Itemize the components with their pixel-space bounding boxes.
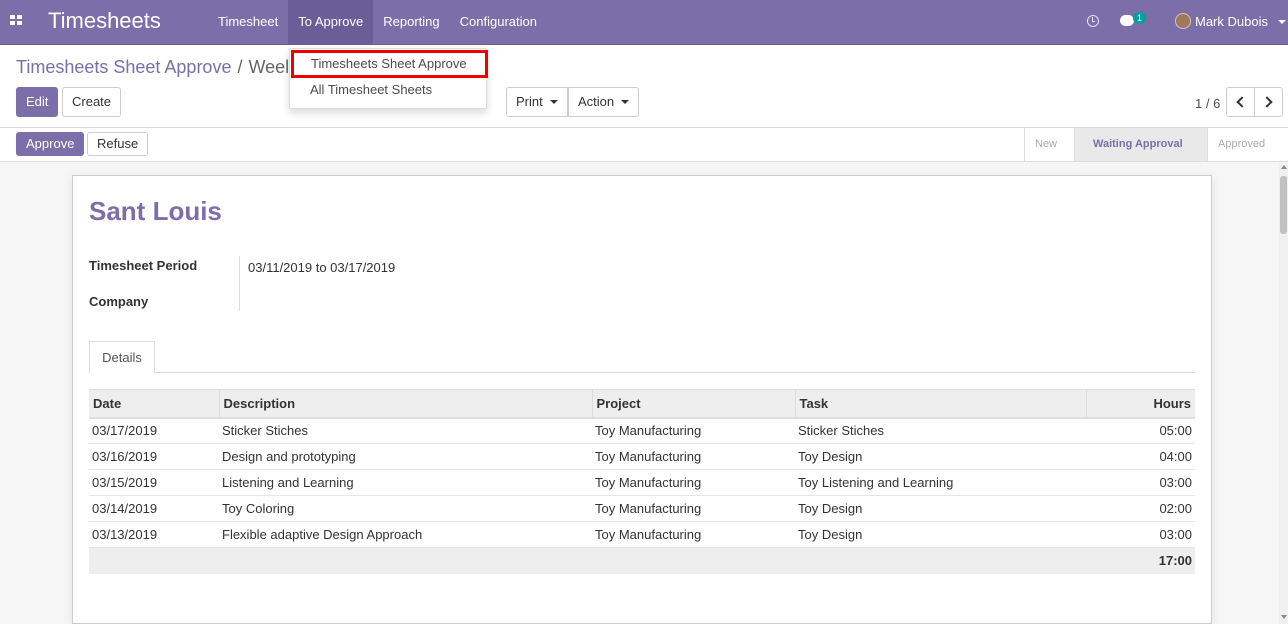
cell-date: 03/13/2019	[89, 521, 219, 548]
edit-button[interactable]: Edit	[16, 87, 59, 117]
timesheet-lines-table: Date Description Project Task Hours 03/1…	[89, 389, 1195, 574]
cell-task: Toy Listening and Learning	[795, 469, 1086, 496]
total-hours: 17:00	[1086, 547, 1195, 574]
table-total-row: 17:00	[89, 547, 1195, 574]
pager-value[interactable]: 1 / 6	[1195, 96, 1220, 111]
chat-icon[interactable]	[1120, 15, 1134, 26]
print-label: Print	[516, 94, 543, 109]
column-project[interactable]: Project	[591, 389, 795, 419]
stage-waiting-approval[interactable]: Waiting Approval	[1074, 128, 1207, 161]
to-approve-dropdown: Timesheets Sheet Approve All Timesheet S…	[289, 48, 488, 109]
chat-count-badge: 1	[1133, 12, 1146, 24]
app-title: Timesheets	[48, 8, 161, 33]
apps-menu-icon[interactable]	[10, 15, 24, 27]
table-row[interactable]: 03/15/2019 Listening and Learning Toy Ma…	[89, 469, 1195, 496]
pager-previous-button[interactable]	[1226, 87, 1255, 117]
top-navbar: Timesheets Timesheet To Approve Reportin…	[0, 0, 1288, 45]
table-row[interactable]: 03/16/2019 Design and prototyping Toy Ma…	[89, 443, 1195, 470]
menu-timesheet[interactable]: Timesheet	[208, 0, 288, 44]
cell-hours: 03:00	[1086, 469, 1195, 496]
tab-details[interactable]: Details	[89, 341, 155, 374]
status-stages: New Waiting Approval Approved	[1024, 128, 1288, 161]
cell-project: Toy Manufacturing	[592, 495, 795, 522]
user-menu[interactable]: Mark Dubois	[1195, 14, 1268, 29]
form-sheet: Sant Louis Timesheet Period Company 03/1…	[72, 175, 1212, 624]
column-task[interactable]: Task	[794, 389, 1086, 419]
cell-task: Sticker Stiches	[795, 417, 1086, 444]
table-row[interactable]: 03/14/2019 Toy Coloring Toy Manufacturin…	[89, 495, 1195, 522]
create-button[interactable]: Create	[62, 87, 122, 117]
cell-hours: 02:00	[1086, 495, 1195, 522]
chevron-right-icon	[1261, 96, 1273, 108]
user-caret-icon	[1278, 20, 1286, 24]
stage-approved[interactable]: Approved	[1207, 128, 1288, 161]
cell-date: 03/15/2019	[89, 469, 219, 496]
action-caret-icon	[621, 100, 630, 104]
user-avatar[interactable]	[1175, 13, 1191, 29]
menu-reporting[interactable]: Reporting	[373, 0, 449, 44]
breadcrumb-separator: /	[237, 57, 243, 77]
cell-hours: 03:00	[1086, 521, 1195, 548]
timesheet-period-value: 03/11/2019 to 03/17/2019	[248, 260, 396, 275]
cell-date: 03/14/2019	[89, 495, 219, 522]
cell-hours: 04:00	[1086, 443, 1195, 470]
column-description[interactable]: Description	[218, 389, 592, 419]
scroll-up-icon[interactable]	[1281, 165, 1287, 169]
cell-description: Sticker Stiches	[219, 417, 592, 444]
stage-new[interactable]: New	[1024, 128, 1074, 161]
action-button[interactable]: Action	[568, 87, 640, 117]
cell-project: Toy Manufacturing	[592, 521, 795, 548]
activity-clock-icon[interactable]	[1087, 15, 1099, 27]
total-spacer	[89, 547, 1086, 574]
main-menu: Timesheet To Approve Reporting Configura…	[208, 0, 547, 44]
cell-description: Toy Coloring	[219, 495, 592, 522]
breadcrumb-current: Weel	[248, 57, 290, 77]
menu-configuration[interactable]: Configuration	[450, 0, 547, 44]
action-label: Action	[578, 94, 615, 109]
cell-description: Design and prototyping	[219, 443, 592, 470]
company-label: Company	[89, 294, 149, 309]
field-separator	[239, 256, 240, 311]
tab-divider	[89, 372, 1195, 373]
cell-description: Listening and Learning	[219, 469, 592, 496]
refuse-button[interactable]: Refuse	[87, 132, 149, 156]
table-row[interactable]: 03/17/2019 Sticker Stiches Toy Manufactu…	[89, 417, 1195, 444]
cell-project: Toy Manufacturing	[592, 443, 795, 470]
column-date[interactable]: Date	[89, 389, 219, 419]
pager-next-button[interactable]	[1254, 87, 1283, 117]
approve-button[interactable]: Approve	[16, 132, 85, 156]
cell-date: 03/17/2019	[89, 417, 219, 444]
cell-task: Toy Design	[795, 521, 1086, 548]
timesheet-period-label: Timesheet Period	[89, 258, 198, 273]
breadcrumb: Timesheets Sheet Approve / Weel	[16, 57, 289, 78]
chevron-left-icon	[1236, 96, 1248, 108]
print-button[interactable]: Print	[506, 87, 568, 117]
scroll-thumb[interactable]	[1280, 176, 1287, 234]
dropdown-item-timesheets-sheet-approve[interactable]: Timesheets Sheet Approve	[291, 50, 488, 78]
status-bar: Approve Refuse New Waiting Approval Appr…	[0, 128, 1288, 162]
page-scrollbar[interactable]	[1279, 162, 1288, 624]
menu-to-approve[interactable]: To Approve	[288, 0, 374, 44]
cell-project: Toy Manufacturing	[592, 469, 795, 496]
cell-project: Toy Manufacturing	[592, 417, 795, 444]
control-panel: Timesheets Sheet Approve / Weel Edit Creat…	[0, 45, 1288, 128]
cell-date: 03/16/2019	[89, 443, 219, 470]
dropdown-item-all-timesheet-sheets[interactable]: All Timesheet Sheets	[290, 78, 486, 102]
column-hours[interactable]: Hours	[1085, 389, 1195, 419]
cell-task: Toy Design	[795, 495, 1086, 522]
table-row[interactable]: 03/13/2019 Flexible adaptive Design Appr…	[89, 521, 1195, 548]
cell-task: Toy Design	[795, 443, 1086, 470]
print-caret-icon	[549, 100, 558, 104]
cell-description: Flexible adaptive Design Approach	[219, 521, 592, 548]
breadcrumb-parent[interactable]: Timesheets Sheet Approve	[16, 57, 231, 77]
employee-name: Sant Louis	[89, 196, 222, 226]
scroll-down-icon[interactable]	[1281, 615, 1287, 619]
table-header-row: Date Description Project Task Hours	[89, 389, 1195, 419]
cell-hours: 05:00	[1086, 417, 1195, 444]
